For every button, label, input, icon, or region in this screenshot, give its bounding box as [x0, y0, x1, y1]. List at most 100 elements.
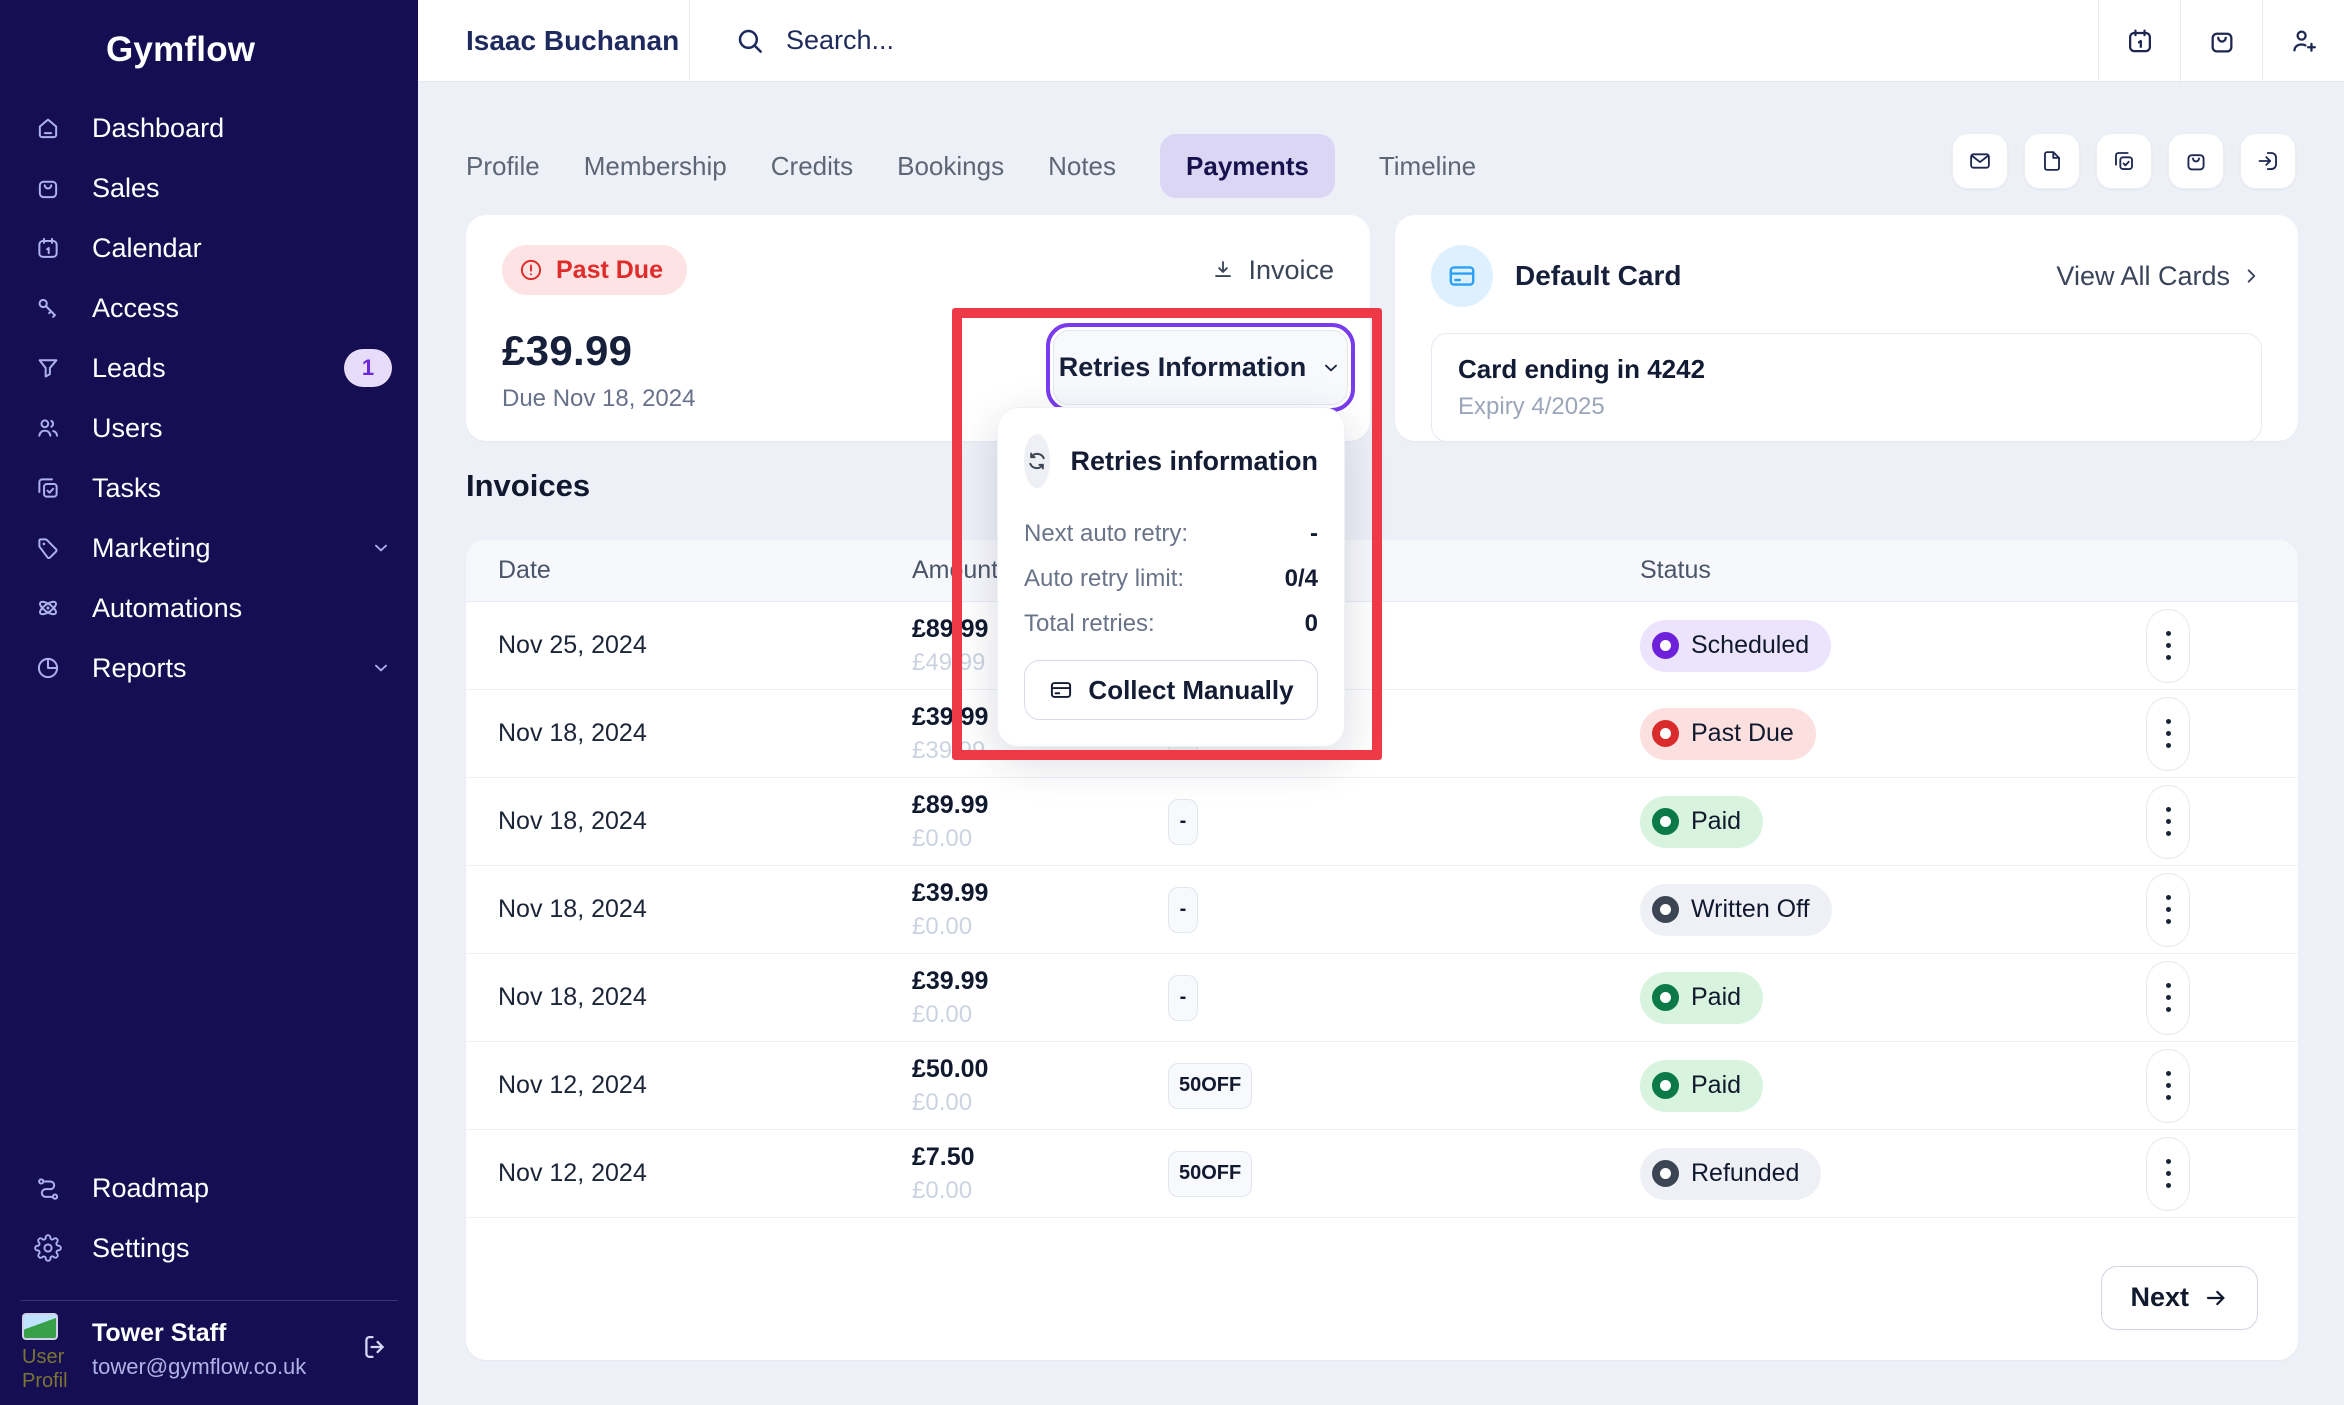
collect-manually-button[interactable]: Collect Manually	[1024, 660, 1318, 720]
table-row: Nov 12, 2024 £7.50 £0.00 50OFF Refunded	[466, 1130, 2298, 1218]
retry-row-label: Total retries:	[1024, 610, 1155, 638]
card-number-line: Card ending in 4242	[1458, 354, 2235, 385]
invoice-amount-cell: £39.99 £0.00	[912, 967, 1168, 1029]
topbar-add-user-button[interactable]	[2262, 0, 2344, 81]
row-menu-button[interactable]	[2146, 785, 2190, 859]
sidebar-item-label: Access	[92, 293, 179, 324]
tab-credits[interactable]: Credits	[771, 151, 853, 182]
invoice-link-label: Invoice	[1248, 255, 1334, 286]
sidebar-item-tasks[interactable]: Tasks	[0, 458, 418, 518]
sidebar-item-leads[interactable]: Leads 1	[0, 338, 418, 398]
past-due-badge: Past Due	[502, 245, 687, 295]
tab-membership[interactable]: Membership	[584, 151, 727, 182]
copy-check-icon	[2111, 148, 2137, 174]
sidebar-item-automations[interactable]: Automations	[0, 578, 418, 638]
customer-name: Isaac Buchanan	[418, 0, 690, 81]
chevron-down-icon	[370, 657, 392, 679]
tab-profile[interactable]: Profile	[466, 151, 540, 182]
sidebar-item-calendar[interactable]: Calendar	[0, 218, 418, 278]
status-dot-icon	[1652, 984, 1679, 1011]
invoice-amount: £7.50	[912, 1143, 1168, 1172]
row-menu-button[interactable]	[2146, 1137, 2190, 1211]
sidebar-item-label: Automations	[92, 593, 242, 624]
sidebar-item-marketing[interactable]: Marketing	[0, 518, 418, 578]
invoice-amount-secondary: £0.00	[912, 913, 1168, 941]
invoice-amount-cell: £50.00 £0.00	[912, 1055, 1168, 1117]
gear-icon	[34, 1234, 62, 1262]
sidebar-item-label: Sales	[92, 173, 160, 204]
chevron-down-icon	[370, 537, 392, 559]
refresh-icon	[1024, 448, 1050, 474]
invoice-amount: £50.00	[912, 1055, 1168, 1084]
shop-button[interactable]	[2168, 133, 2224, 189]
copy-check-icon	[34, 474, 62, 502]
view-all-cards-link[interactable]: View All Cards	[2056, 261, 2262, 292]
sidebar-item-sales[interactable]: Sales	[0, 158, 418, 218]
invoice-date: Nov 12, 2024	[498, 1159, 912, 1188]
popover-row: Next auto retry: -	[1024, 520, 1318, 548]
row-menu-button[interactable]	[2146, 961, 2190, 1035]
status-badge: Refunded	[1640, 1148, 1821, 1200]
avatar[interactable]: User Profil	[22, 1313, 76, 1389]
sidebar-item-label: Leads	[92, 353, 166, 384]
topbar-calendar-button[interactable]	[2098, 0, 2180, 81]
avatar-alt-text: User Profil	[22, 1345, 76, 1389]
check-in-button[interactable]	[2240, 133, 2296, 189]
status-badge: Scheduled	[1640, 620, 1831, 672]
next-page-button[interactable]: Next	[2101, 1266, 2258, 1330]
main-content: Profile Membership Credits Bookings Note…	[418, 82, 2344, 1405]
invoice-download-link[interactable]: Invoice	[1210, 255, 1334, 286]
sidebar-item-label: Users	[92, 413, 163, 444]
invoice-date: Nov 18, 2024	[498, 807, 912, 836]
logout-button[interactable]	[360, 1331, 392, 1363]
tab-timeline[interactable]: Timeline	[1379, 151, 1476, 182]
row-menu-button[interactable]	[2146, 609, 2190, 683]
sidebar-item-roadmap[interactable]: Roadmap	[0, 1158, 418, 1218]
row-menu-button[interactable]	[2146, 873, 2190, 947]
mail-icon	[1967, 148, 1993, 174]
column-header-date: Date	[498, 556, 912, 585]
topbar-shop-button[interactable]	[2180, 0, 2262, 81]
row-menu-button[interactable]	[2146, 697, 2190, 771]
bag-icon	[34, 174, 62, 202]
status-badge: Paid	[1640, 796, 1763, 848]
past-due-badge-label: Past Due	[556, 256, 663, 285]
credit-card-icon	[1048, 677, 1074, 703]
chevron-right-icon	[2240, 265, 2262, 287]
gymflow-app: Gymflow Dashboard Sales Calendar Access …	[0, 0, 2344, 1405]
tab-bookings[interactable]: Bookings	[897, 151, 1004, 182]
send-email-button[interactable]	[1952, 133, 2008, 189]
row-menu-button[interactable]	[2146, 1049, 2190, 1123]
table-row: Nov 18, 2024 £39.99 £0.00 - Written Off	[466, 866, 2298, 954]
add-note-button[interactable]	[2024, 133, 2080, 189]
retries-information-button[interactable]: Retries Information	[1053, 330, 1348, 405]
pie-chart-icon	[34, 654, 62, 682]
tab-payments[interactable]: Payments	[1160, 134, 1335, 198]
retries-button-label: Retries Information	[1059, 352, 1307, 383]
discount-badge: 50OFF	[1168, 1151, 1252, 1197]
invoice-amount: £39.99	[912, 879, 1168, 908]
table-row: Nov 25, 2024 £89.99 £49.99 - Scheduled	[466, 602, 2298, 690]
retry-row-value: 0/4	[1285, 565, 1318, 593]
status-badge: Paid	[1640, 1060, 1763, 1112]
status-dot-icon	[1652, 808, 1679, 835]
sidebar-item-settings[interactable]: Settings	[0, 1218, 418, 1278]
calendar-icon	[2124, 25, 2156, 57]
tag-icon	[34, 534, 62, 562]
gymflow-logo-icon	[30, 24, 88, 76]
add-task-button[interactable]	[2096, 133, 2152, 189]
status-label: Written Off	[1691, 895, 1810, 924]
table-row: Nov 18, 2024 £39.99 £0.00 - Paid	[466, 954, 2298, 1042]
profile-tabs: Profile Membership Credits Bookings Note…	[466, 134, 1476, 198]
tab-notes[interactable]: Notes	[1048, 151, 1116, 182]
user-name: Tower Staff	[92, 1319, 306, 1348]
collect-manually-label: Collect Manually	[1088, 675, 1293, 706]
popover-row: Total retries: 0	[1024, 610, 1318, 638]
alert-circle-icon	[518, 257, 544, 283]
sidebar-item-access[interactable]: Access	[0, 278, 418, 338]
sidebar-item-dashboard[interactable]: Dashboard	[0, 98, 418, 158]
sidebar-item-reports[interactable]: Reports	[0, 638, 418, 698]
brand-logo[interactable]: Gymflow	[0, 0, 418, 92]
search-input[interactable]	[786, 25, 1386, 56]
sidebar-item-users[interactable]: Users	[0, 398, 418, 458]
